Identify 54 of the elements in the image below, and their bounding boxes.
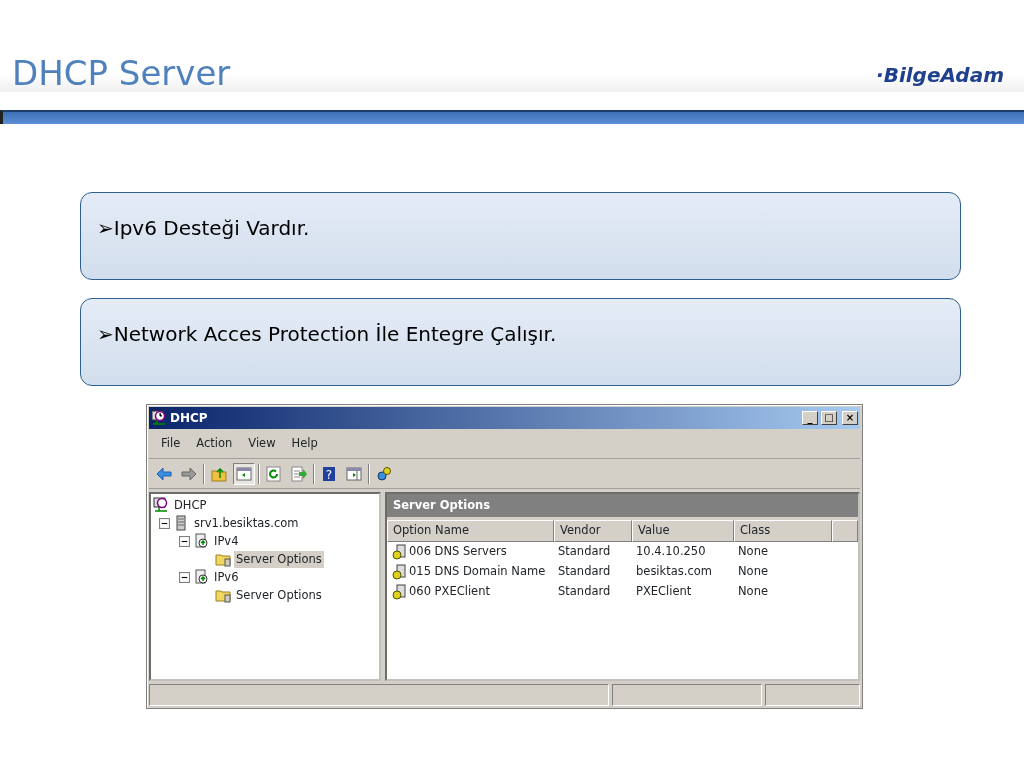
table-cell-text: Standard — [558, 542, 611, 560]
clock-monitor-icon — [153, 497, 169, 514]
maximize-button[interactable]: □ — [821, 411, 837, 425]
table-cell-text: 10.4.10.250 — [636, 542, 706, 560]
bullet-text: Network Acces Protection İle Entegre Çalışır. — [113, 321, 557, 348]
table-cell-text: besiktas.com — [636, 562, 712, 580]
table-cell-text: None — [738, 562, 768, 580]
table-cell-text: Standard — [558, 562, 611, 580]
folder-up-icon[interactable] — [211, 465, 227, 482]
tree-item[interactable]: IPv4 — [212, 532, 241, 550]
menu-item[interactable]: File — [153, 432, 189, 456]
logo-text: ·BilgeAdam — [876, 62, 1004, 89]
table-cell-text: None — [738, 582, 768, 600]
clock-monitor-icon — [151, 410, 167, 426]
back-arrow-icon[interactable] — [156, 465, 172, 482]
bullet-arrow: ➢ — [97, 215, 114, 242]
table-cell-text: PXEClient — [636, 582, 692, 600]
menu-item[interactable]: View — [240, 432, 284, 456]
folder-icon — [215, 587, 231, 604]
tree-item[interactable]: srv1.besiktas.com — [192, 514, 301, 532]
table-cell-text: 006 DNS Servers — [409, 542, 507, 560]
collapse-toggle[interactable] — [179, 535, 190, 547]
collapse-toggle[interactable] — [159, 517, 170, 529]
column-header[interactable]: Value — [632, 520, 734, 542]
column-header[interactable]: Class — [734, 520, 832, 542]
tree-item[interactable]: Server Options — [234, 586, 324, 604]
table-cell-text: None — [738, 542, 768, 560]
tree-item[interactable]: DHCP — [172, 496, 209, 514]
bullet-arrow: ➢ — [97, 321, 114, 348]
help-icon[interactable]: ? — [321, 465, 337, 482]
close-button[interactable]: × — [842, 411, 858, 425]
bullet-text: Ipv6 Desteği Vardır. — [113, 215, 310, 242]
table-cell-text: 015 DNS Domain Name — [409, 562, 546, 580]
tree-item[interactable]: IPv6 — [212, 568, 241, 586]
column-header[interactable]: Option Name — [387, 520, 554, 542]
column-header[interactable]: Vendor — [554, 520, 632, 542]
collapse-toggle[interactable] — [179, 571, 190, 583]
forward-arrow-icon[interactable] — [181, 465, 197, 482]
menu-item[interactable]: Help — [283, 432, 326, 456]
refresh-icon[interactable] — [266, 465, 282, 482]
window-title: DHCP — [170, 410, 208, 427]
console-tree-icon[interactable] — [236, 465, 252, 482]
menu-item[interactable]: Action — [188, 432, 241, 456]
column-header[interactable] — [832, 520, 858, 542]
table-cell-text: 060 PXEClient — [409, 582, 490, 600]
action-pane-icon[interactable] — [346, 465, 362, 482]
minimize-button[interactable]: _ — [802, 411, 818, 425]
table-cell-text: Standard — [558, 582, 611, 600]
slide-title: DHCP Server — [12, 56, 231, 90]
folder-icon — [215, 551, 231, 568]
tree-item[interactable]: Server Options — [234, 550, 324, 568]
export-list-icon[interactable] — [291, 465, 307, 482]
server-icon — [173, 515, 189, 532]
pane-title: Server Options — [387, 494, 858, 521]
